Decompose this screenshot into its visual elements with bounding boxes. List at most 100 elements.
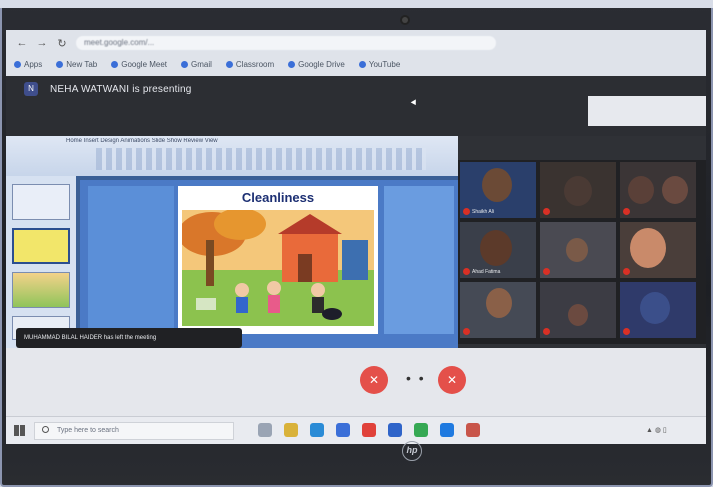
taskbar-app-icon[interactable] [258,423,272,437]
bookmark-label: Google Drive [298,59,345,69]
hp-logo-icon: hp [402,441,422,461]
bookmark[interactable]: Google Meet [111,60,167,69]
ribbon-tools [96,148,426,170]
windows-taskbar: Type here to search ▲ ◍ ▯ [6,416,706,444]
participant-video [568,304,588,326]
system-tray[interactable]: ▲ ◍ ▯ [646,426,667,434]
slide-thumbnails [6,176,76,348]
mic-off-icon [463,208,470,215]
forward-icon[interactable]: → [36,37,48,49]
taskbar-app-icon[interactable] [310,423,324,437]
bookmark-favicon-icon [288,60,296,68]
participant-name: Shaikh Ali [472,209,494,215]
address-row: ← → ↻ meet.google.com/... [6,34,706,52]
participant-video [630,228,666,268]
participant-video [486,288,512,318]
participant-video [662,176,688,204]
participant-video [628,176,654,204]
bookmark-label: Gmail [191,59,212,69]
mic-off-icon [463,268,470,275]
slide-thumbnail[interactable] [12,184,70,220]
bookmark-favicon-icon [111,60,119,68]
presenting-label: NEHA WATWANI is presenting [50,84,192,95]
bookmark-favicon-icon [56,60,64,68]
more-options-icon[interactable]: • • [406,370,426,386]
search-icon [42,426,49,433]
bookmark[interactable]: Google Drive [288,60,345,69]
slide-thumbnail[interactable] [12,228,70,264]
presentation-view: Home Insert Design Animations Slide Show… [6,136,458,348]
participant-video [640,292,670,324]
slide-side-panel [88,186,174,334]
participant-tile[interactable] [620,222,696,278]
participant-video [566,238,588,262]
bookmarks-bar: Apps New Tab Google Meet Gmail Classroom… [6,54,706,74]
bookmark[interactable]: Apps [14,60,42,69]
participant-tile[interactable]: Ahad Fatima [460,222,536,278]
participant-name: Ahad Fatima [472,269,501,275]
back-icon[interactable]: ← [16,37,28,49]
current-slide: Cleanliness [178,186,378,334]
meet-bottom-bar: ✕ • • ✕ [6,348,706,416]
top-right-controls [588,96,706,126]
participant-tile[interactable] [620,162,696,218]
participant-video [564,176,592,206]
presenter-avatar: N [24,82,38,96]
url-bar[interactable]: meet.google.com/... [76,36,496,50]
bookmark-label: Apps [24,59,43,69]
taskbar-app-icon[interactable] [336,423,350,437]
laptop-screen: ← → ↻ meet.google.com/... Apps New Tab G… [6,30,706,444]
taskbar-app-icon[interactable] [388,423,402,437]
meet-header: N NEHA WATWANI is presenting [6,76,706,136]
camera-off-icon[interactable]: ✕ [438,366,466,394]
bookmark[interactable]: YouTube [358,59,401,69]
mic-off-icon [543,268,550,275]
background-strip [0,0,713,8]
bookmark-label: Classroom [235,59,275,69]
mic-off-icon [543,328,550,335]
mic-off-icon [463,328,470,335]
bookmark[interactable]: New Tab [56,60,97,69]
ribbon-tabs: Home Insert Design Animations Slide Show… [66,138,218,144]
taskbar-apps [258,423,480,437]
taskbar-search-input[interactable]: Type here to search [34,422,234,440]
powerpoint-ribbon: Home Insert Design Animations Slide Show… [6,136,458,176]
bookmark[interactable]: Classroom [225,59,275,69]
participant-tile[interactable] [540,222,616,278]
taskbar-app-icon[interactable] [466,423,480,437]
participant-tile[interactable]: Shaikh Ali [460,162,536,218]
taskbar-app-icon[interactable] [414,423,428,437]
participant-tile[interactable] [540,282,616,338]
windows-icon[interactable] [14,425,25,436]
bookmark-favicon-icon [181,60,189,68]
mic-off-icon[interactable]: ✕ [360,366,388,394]
participant-video [480,230,512,266]
browser-chrome: ← → ↻ meet.google.com/... Apps New Tab G… [6,30,706,76]
participant-tile[interactable] [460,282,536,338]
bookmark-label: Google Meet [121,59,168,69]
mouse-cursor-icon [410,99,419,107]
participant-tile[interactable] [620,282,696,338]
bookmark-favicon-icon [14,60,21,68]
mic-off-icon [623,208,630,215]
bookmark-favicon-icon [225,60,233,68]
taskbar-app-icon[interactable] [284,423,298,437]
mic-off-icon [623,268,630,275]
participant-grid: Shaikh Ali Ahad Fatima [458,160,706,344]
bookmark[interactable]: Gmail [181,60,212,69]
left-meeting-toast: MUHAMMAD BILAL HAIDER has left the meeti… [16,328,242,348]
mic-off-icon [623,328,630,335]
slide-area: Cleanliness [80,180,458,348]
slide-thumbnail[interactable] [12,272,70,308]
slide-side-panel [384,186,454,334]
participant-video [482,168,512,202]
reload-icon[interactable]: ↻ [56,37,68,50]
participant-tile[interactable] [540,162,616,218]
taskbar-app-icon[interactable] [440,423,454,437]
bookmark-label: YouTube [368,59,401,69]
bookmark-label: New Tab [66,59,98,69]
cleanliness-illustration [182,210,374,326]
bookmark-favicon-icon [358,60,366,68]
slide-title: Cleanliness [241,190,315,205]
taskbar-app-icon[interactable] [362,423,376,437]
